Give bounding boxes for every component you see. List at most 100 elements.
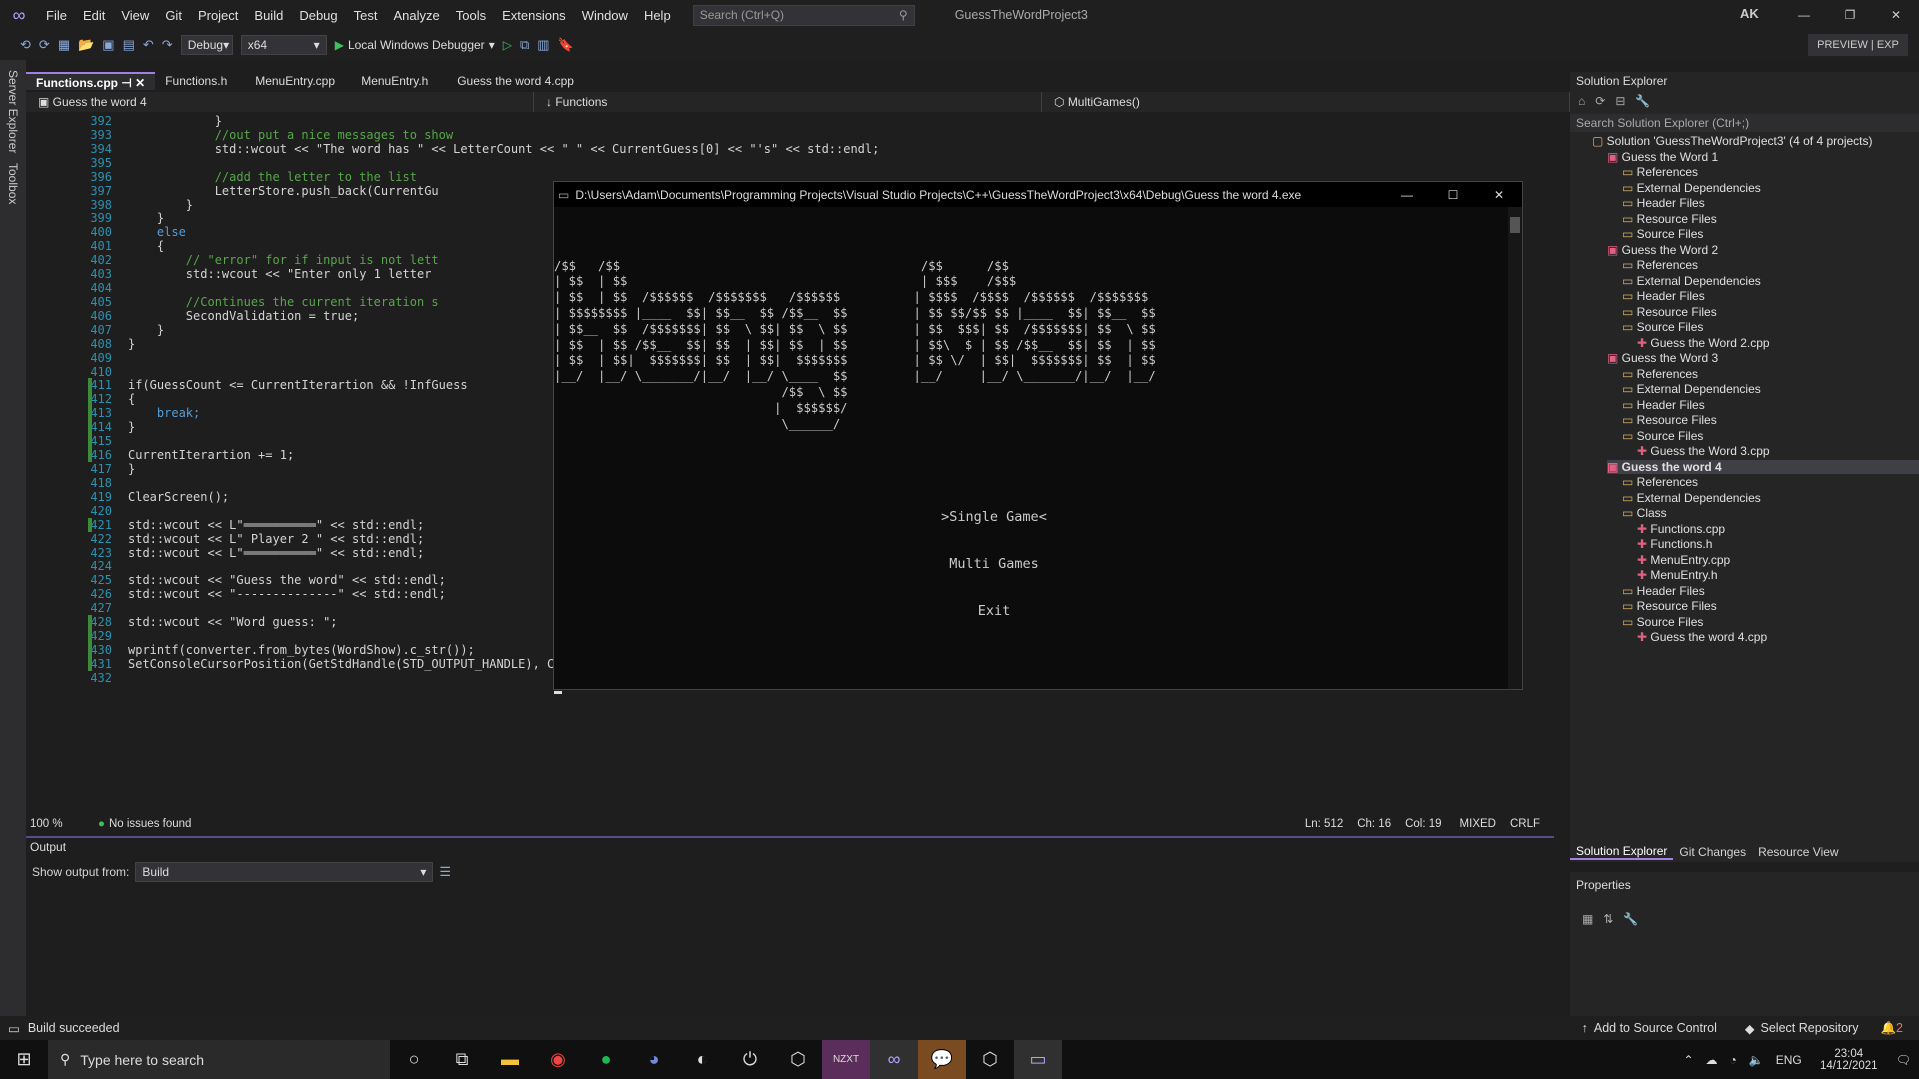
preview-badge[interactable]: PREVIEW | EXP (1808, 34, 1908, 56)
tree-item[interactable]: ▭ Class (1622, 506, 1667, 520)
whitespace-mode[interactable]: MIXED (1460, 818, 1496, 830)
tree-item[interactable]: ▭ Header Files (1622, 584, 1705, 598)
platform-dropdown[interactable]: x64 ▾ (240, 35, 327, 55)
tree-item[interactable]: ▭ Resource Files (1622, 413, 1717, 427)
redo-icon[interactable]: ↷ (162, 37, 173, 53)
menu-edit[interactable]: Edit (75, 8, 113, 23)
tree-item[interactable]: ▭ Source Files (1622, 615, 1703, 629)
discord-icon[interactable]: ◕ (630, 1040, 678, 1079)
word-wrap-icon[interactable]: ☰ (439, 864, 451, 880)
layout-icon[interactable]: ▥ (537, 37, 549, 53)
config-dropdown[interactable]: Debug ▾ (180, 35, 233, 55)
close-icon[interactable]: ✕ (1476, 188, 1522, 202)
select-repository[interactable]: Select Repository (1761, 1021, 1859, 1035)
sync-icon[interactable]: ⟳ (1595, 94, 1605, 108)
tree-item[interactable]: ▣ Guess the Word 2 (1607, 243, 1718, 257)
code-line[interactable]: std::wcout << "Guess the word" << std::e… (128, 573, 446, 587)
tree-item[interactable]: ▭ Resource Files (1622, 599, 1717, 613)
tree-item[interactable]: ▭ Resource Files (1622, 212, 1717, 226)
home-icon[interactable]: ⌂ (1578, 94, 1585, 108)
new-item-icon[interactable]: ▦ (58, 37, 70, 53)
tab-functions-cpp[interactable]: Functions.cpp ⊣ ✕ (26, 72, 156, 90)
code-line[interactable]: std::wcout << "--------------" << std::e… (128, 587, 446, 601)
collapse-icon[interactable]: ⊟ (1615, 94, 1625, 108)
run-debugger-button[interactable]: ▶ Local Windows Debugger ▾ (335, 38, 495, 52)
menu-analyze[interactable]: Analyze (385, 8, 447, 23)
console-scrollbar[interactable] (1508, 207, 1522, 689)
menu-extensions[interactable]: Extensions (494, 8, 574, 23)
cloud-icon[interactable]: ☁ (1706, 1053, 1718, 1067)
tree-item[interactable]: ✚ Functions.h (1637, 537, 1712, 551)
menu-window[interactable]: Window (574, 8, 636, 23)
restore-icon[interactable]: ❐ (1827, 0, 1873, 30)
line-endings[interactable]: CRLF (1510, 818, 1540, 830)
code-line[interactable]: std::wcout << L"══════════" << std::endl… (128, 518, 424, 532)
maximize-icon[interactable]: ☐ (1430, 188, 1476, 202)
scope-dropdown[interactable]: ↓ Functions (534, 92, 1042, 112)
language-indicator[interactable]: ENG (1776, 1053, 1802, 1067)
code-line[interactable]: } (128, 337, 135, 351)
volume-icon[interactable]: 🔈 (1749, 1053, 1764, 1067)
code-line[interactable]: } (128, 462, 135, 476)
power-app-icon[interactable]: ⏻ (726, 1040, 774, 1079)
se-search[interactable]: Search Solution Explorer (Ctrl+;) (1570, 114, 1919, 132)
menu-git[interactable]: Git (157, 8, 190, 23)
tab-guess-the-word-4-cpp[interactable]: Guess the word 4.cpp (447, 72, 584, 90)
tree-item[interactable]: ▭ External Dependencies (1622, 274, 1761, 288)
tab-functions-h[interactable]: Functions.h (155, 72, 245, 90)
alphabetical-icon[interactable]: ⇅ (1603, 912, 1613, 926)
code-line[interactable]: else (128, 225, 186, 239)
close-icon[interactable]: ✕ (135, 76, 145, 90)
menu-project[interactable]: Project (190, 8, 246, 23)
menu-single-game[interactable]: >Single Game< (914, 509, 1074, 526)
close-icon[interactable]: ✕ (1873, 0, 1919, 30)
search-input[interactable]: Search (Ctrl+Q) ⚲ (692, 4, 915, 26)
code-line[interactable]: break; (128, 406, 200, 420)
undo-icon[interactable]: ↶ (143, 37, 154, 53)
code-line[interactable]: } (128, 323, 164, 337)
wrench-icon[interactable]: 🔧 (1635, 94, 1650, 108)
nzxt-icon[interactable]: NZXT (822, 1040, 870, 1079)
browse-icon[interactable]: ⧉ (520, 37, 529, 53)
minimize-icon[interactable]: — (1384, 188, 1430, 202)
taskbar-search[interactable]: ⚲ Type here to search (48, 1040, 390, 1079)
menu-test[interactable]: Test (346, 8, 386, 23)
code-line[interactable]: } (128, 420, 135, 434)
tree-item[interactable]: ▭ External Dependencies (1622, 382, 1761, 396)
code-line[interactable]: wprintf(converter.from_bytes(WordShow).c… (128, 643, 475, 657)
tree-item[interactable]: ✚ Functions.cpp (1637, 522, 1725, 536)
code-line[interactable]: std::wcout << L" Player 2 " << std::endl… (128, 532, 424, 546)
tree-item[interactable]: ▣ Guess the word 4 (1607, 459, 1919, 474)
windows-start-icon[interactable]: ⊞ (0, 1040, 48, 1079)
minimize-icon[interactable]: — (1781, 0, 1827, 30)
cortana-icon[interactable]: ○ (390, 1040, 438, 1079)
menu-exit[interactable]: Exit (914, 604, 1074, 620)
code-line[interactable]: SecondValidation = true; (128, 309, 359, 323)
issues-status[interactable]: No issues found (109, 818, 191, 830)
action-center-icon[interactable]: 🗨 (1896, 1053, 1911, 1067)
tree-item[interactable]: ▭ External Dependencies (1622, 181, 1761, 195)
unity-icon[interactable]: ⬡ (774, 1040, 822, 1079)
tree-item[interactable]: ▭ Header Files (1622, 289, 1705, 303)
code-line[interactable]: LetterStore.push_back(CurrentGu (128, 184, 439, 198)
code-line[interactable]: { (128, 392, 135, 406)
tree-item[interactable]: ▭ References (1622, 165, 1698, 179)
code-line[interactable]: } (128, 198, 193, 212)
code-line[interactable]: if(GuessCount <= CurrentIterartion && !I… (128, 378, 468, 392)
zoom-level[interactable]: 100 % (26, 818, 82, 830)
task-view-icon[interactable]: ⧉ (438, 1040, 486, 1079)
tree-item[interactable]: ▢ Solution 'GuessTheWordProject3' (4 of … (1592, 134, 1873, 148)
tree-item[interactable]: ✚ Guess the word 4.cpp (1637, 630, 1767, 644)
notifications-icon[interactable]: 🔔2 (1880, 1021, 1903, 1036)
chrome-icon[interactable]: ◉ (534, 1040, 582, 1079)
project-dropdown[interactable]: ▣ Guess the word 4 (26, 92, 534, 112)
wifi-icon[interactable]: ◔ (1730, 1053, 1737, 1067)
save-icon[interactable]: ▣ (102, 37, 114, 53)
tree-item[interactable]: ▭ External Dependencies (1622, 491, 1761, 505)
tab-menuentry-h[interactable]: MenuEntry.h (351, 72, 447, 90)
code-line[interactable]: std::wcout << L"══════════" << std::endl… (128, 546, 424, 560)
console-window[interactable]: ▭ D:\Users\Adam\Documents\Programming Pr… (553, 181, 1523, 695)
spotify-icon[interactable]: ● (582, 1040, 630, 1079)
tree-item[interactable]: ✚ MenuEntry.cpp (1637, 553, 1730, 567)
menu-multi-games[interactable]: Multi Games (914, 556, 1074, 573)
